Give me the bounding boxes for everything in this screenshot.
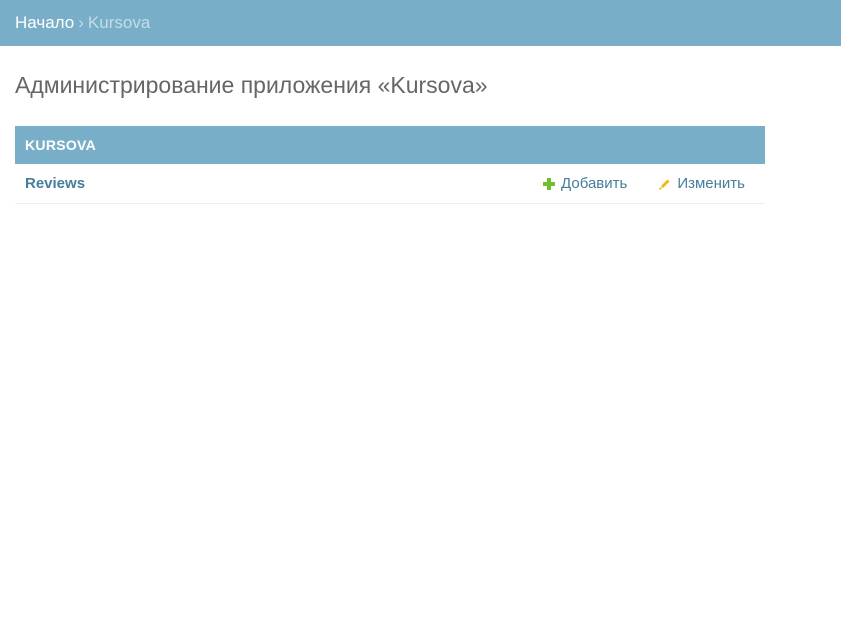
model-row: Reviews Добавить Изменить [15, 164, 765, 204]
add-button[interactable]: Добавить [542, 175, 627, 192]
breadcrumb-separator: › [78, 13, 84, 32]
breadcrumb-home-link[interactable]: Начало [15, 13, 74, 33]
breadcrumb: Начало › Kursova [0, 0, 841, 46]
app-module: Kursova Reviews Добавить Изменить [15, 126, 765, 204]
add-button-label: Добавить [561, 175, 628, 192]
page-title: Администрирование приложения «Kursova» [15, 72, 488, 98]
change-button-label: Изменить [677, 175, 745, 192]
pencil-icon [659, 179, 670, 190]
module-caption-label: Kursova [25, 137, 97, 153]
plus-icon [543, 177, 556, 190]
change-button[interactable]: Изменить [658, 175, 745, 192]
breadcrumb-current: Kursova [87, 13, 151, 32]
model-link-reviews[interactable]: Reviews [25, 175, 542, 192]
module-caption[interactable]: Kursova [15, 126, 765, 164]
